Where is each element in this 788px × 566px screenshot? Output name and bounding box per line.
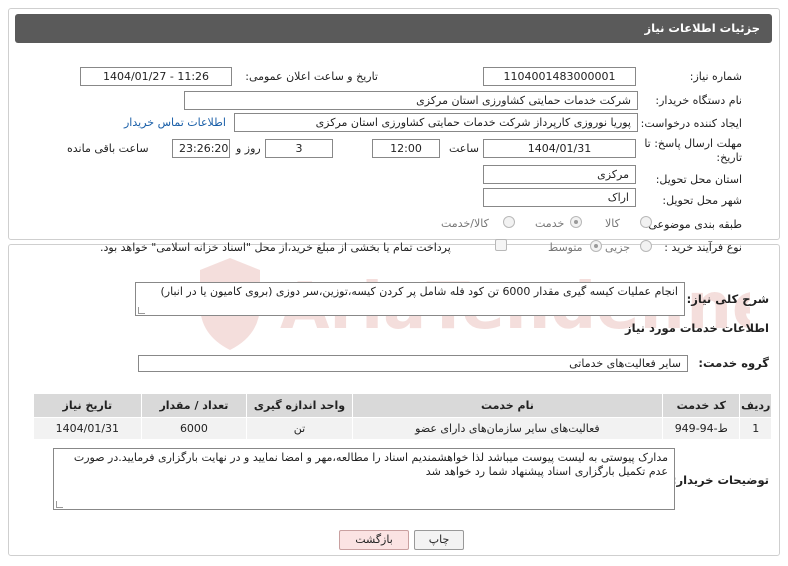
- cell-name: فعالیت‌های سایر سازمان‌های دارای عضو: [351, 417, 664, 440]
- delivery-province-field: مرکزی: [483, 165, 636, 184]
- purchase-minor-label: جزیی: [605, 241, 631, 254]
- treasury-bonds-note: پرداخت تمام یا بخشی از مبلغ خرید،از محل …: [100, 241, 451, 254]
- cell-unit: تن: [246, 417, 353, 440]
- need-number-label: شماره نیاز:: [689, 70, 742, 83]
- col-name: نام خدمت: [351, 393, 664, 418]
- cell-code: ط-94-949: [662, 417, 741, 440]
- delivery-city-label: شهر محل تحویل:: [662, 194, 742, 207]
- deadline-label: مهلت ارسال پاسخ: تا: [644, 137, 742, 150]
- deadline-time-field: 12:00: [372, 139, 440, 158]
- service-group-label: گروه خدمت:: [698, 356, 769, 370]
- table-row: 1 ط-94-949 فعالیت‌های سایر سازمان‌های دا…: [33, 417, 772, 440]
- summary-text: انجام عملیات کیسه گیری مقدار 6000 تن کود…: [160, 285, 678, 298]
- deadline-time-label: ساعت: [449, 142, 479, 155]
- resize-handle-icon[interactable]: [138, 307, 145, 314]
- purchase-type-label: نوع فرآیند خرید :: [664, 241, 742, 254]
- buyer-contact-link[interactable]: اطلاعات تماس خریدار: [124, 116, 226, 129]
- category-goods-radio[interactable]: [640, 216, 652, 228]
- delivery-city-field: اراک: [483, 188, 636, 207]
- buyer-notes-text: مدارک پیوستی به لیست پیوست میباشد لذا خو…: [73, 451, 668, 478]
- print-button[interactable]: چاپ: [414, 530, 464, 550]
- remaining-time-label: ساعت باقی مانده: [67, 142, 149, 155]
- services-section-title: اطلاعات خدمات مورد نیاز: [625, 321, 769, 335]
- category-goods-service-radio[interactable]: [503, 216, 515, 228]
- col-code: کد خدمت: [662, 393, 741, 418]
- back-button[interactable]: بازگشت: [339, 530, 409, 550]
- cell-row: 1: [739, 417, 772, 440]
- buyer-org-label: نام دستگاه خریدار:: [655, 94, 742, 107]
- col-row: ردیف: [739, 393, 772, 418]
- deadline-days-label: روز و: [236, 142, 261, 155]
- service-group-field: سایر فعالیت‌های خدماتی: [138, 355, 688, 372]
- deadline-date-field: 1404/01/31: [483, 139, 636, 158]
- category-service-radio[interactable]: [570, 216, 582, 228]
- delivery-province-label: استان محل تحویل:: [655, 173, 742, 186]
- remaining-time-field: 23:26:20: [172, 139, 230, 158]
- category-goods-label: کالا: [605, 217, 620, 230]
- cell-date: 1404/01/31: [33, 417, 142, 440]
- requester-label: ایجاد کننده درخواست:: [640, 117, 742, 130]
- col-qty: تعداد / مقدار: [140, 393, 248, 418]
- deadline-days-field: 3: [265, 139, 333, 158]
- announce-datetime-field: 1404/01/27 - 11:26: [80, 67, 232, 86]
- page-title: جزئیات اطلاعات نیاز: [15, 14, 772, 43]
- resize-handle-icon[interactable]: [56, 501, 63, 508]
- deadline-label-date: تاریخ:: [716, 151, 742, 164]
- cell-qty: 6000: [140, 417, 248, 440]
- buyer-notes-label: توضیحات خریدار:: [671, 473, 769, 487]
- buyer-notes-field: مدارک پیوستی به لیست پیوست میباشد لذا خو…: [53, 448, 675, 510]
- requester-field: پوریا نوروزی کارپرداز شرکت خدمات حمایتی …: [234, 113, 638, 132]
- summary-label: شرح کلی نیاز:: [686, 292, 769, 306]
- category-label: طبقه بندی موضوعی:: [644, 218, 742, 231]
- announce-datetime-label: تاریخ و ساعت اعلان عمومی:: [245, 70, 378, 83]
- col-date: تاریخ نیاز: [33, 393, 142, 418]
- purchase-medium-label: متوسط: [548, 241, 583, 254]
- buyer-org-field: شرکت خدمات حمایتی کشاورزی استان مرکزی: [184, 91, 638, 110]
- category-service-label: خدمت: [535, 217, 565, 230]
- treasury-bonds-checkbox[interactable]: [495, 239, 507, 251]
- summary-field: انجام عملیات کیسه گیری مقدار 6000 تن کود…: [135, 282, 685, 316]
- category-goods-service-label: کالا/خدمت: [441, 217, 489, 230]
- col-unit: واحد اندازه گیری: [246, 393, 353, 418]
- purchase-minor-radio[interactable]: [640, 240, 652, 252]
- services-table: ردیف کد خدمت نام خدمت واحد اندازه گیری ت…: [33, 393, 772, 440]
- purchase-medium-radio[interactable]: [590, 240, 602, 252]
- need-number-field: 1104001483000001: [483, 67, 636, 86]
- services-table-header: ردیف کد خدمت نام خدمت واحد اندازه گیری ت…: [33, 393, 772, 418]
